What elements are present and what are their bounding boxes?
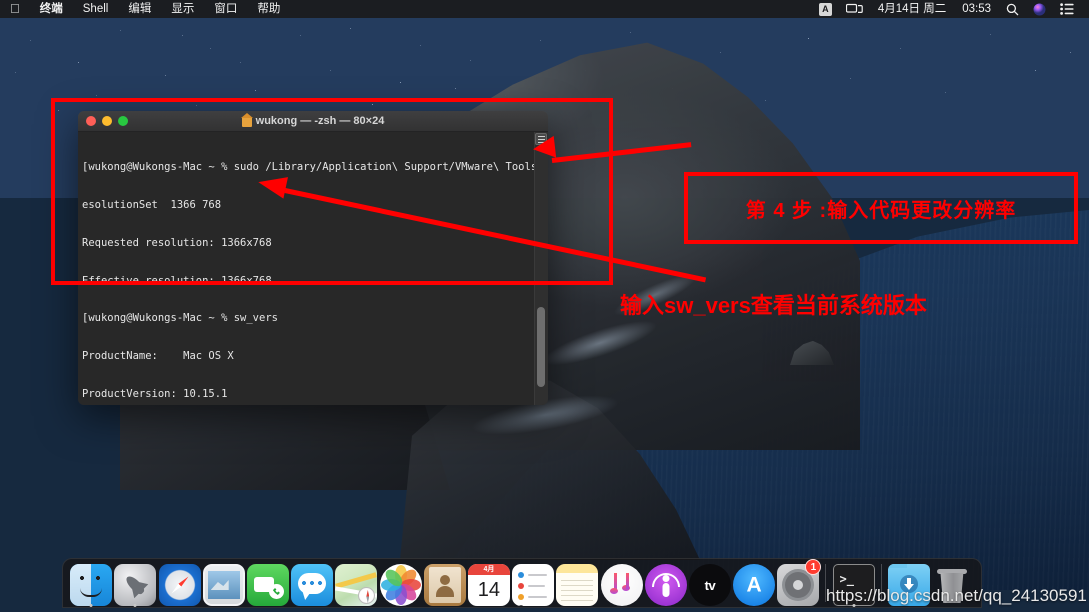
star: [182, 35, 183, 36]
star: [165, 75, 166, 76]
menu-item-terminal[interactable]: 终端: [30, 0, 73, 18]
menu-item-view[interactable]: 显示: [161, 0, 204, 18]
dock-item-notes[interactable]: [555, 560, 599, 606]
star: [330, 70, 331, 71]
menubar:  终端 Shell 编辑 显示 窗口 帮助 A 4月14日 周二 03:53: [0, 0, 1089, 18]
terminal-glyph: >_: [840, 572, 854, 586]
phone-icon: [269, 584, 284, 599]
pinwheel-icon: [380, 564, 422, 606]
annotation-text-step4: 第 4 步 :输入代码更改分辨率: [684, 172, 1078, 244]
star: [1070, 52, 1071, 53]
star: [96, 95, 97, 96]
siri-icon[interactable]: [1026, 3, 1053, 16]
terminal-line: ProductVersion: 10.15.1: [82, 388, 548, 401]
menubar-status-area: A 4月14日 周二 03:53: [812, 0, 1089, 18]
mail-stamp-icon: [203, 564, 245, 606]
finder-smile: [80, 588, 102, 597]
gear-icon: [785, 572, 811, 598]
dock-item-music[interactable]: [599, 560, 643, 606]
menu-item-edit[interactable]: 编辑: [118, 0, 161, 18]
star: [900, 48, 901, 49]
star: [120, 30, 121, 31]
star: [850, 78, 851, 79]
note-lines: [561, 580, 593, 602]
dock-item-launchpad[interactable]: [113, 560, 157, 606]
annotation-text-swvers: 输入sw_vers查看当前系统版本: [620, 288, 927, 320]
podcast-body: [662, 583, 669, 597]
menu-item-help[interactable]: 帮助: [247, 0, 290, 18]
compass-icon: [358, 587, 375, 604]
menu-item-shell[interactable]: Shell: [73, 0, 119, 18]
dock-item-contacts[interactable]: [423, 560, 467, 606]
dock-item-maps[interactable]: [334, 560, 378, 606]
star: [720, 52, 721, 53]
annotation-box-terminal: [51, 98, 613, 285]
dock-item-appletv[interactable]: tv: [688, 560, 732, 606]
control-center-icon[interactable]: [1053, 3, 1081, 15]
menubar-date[interactable]: 4月14日 周二: [870, 0, 954, 18]
dock-item-appstore[interactable]: A: [732, 560, 776, 606]
terminal-scrollbar-thumb[interactable]: [537, 307, 545, 387]
input-source-icon[interactable]: A: [812, 3, 839, 16]
star: [15, 72, 16, 73]
star: [455, 88, 456, 89]
star: [240, 62, 241, 63]
annotation-arrow-1-head: [532, 136, 556, 160]
calendar-day: 14: [468, 575, 510, 606]
running-indicator: [90, 604, 93, 607]
music-note-icon: [614, 573, 631, 597]
running-indicator: [134, 604, 137, 607]
person-body-icon: [436, 586, 454, 597]
star: [78, 62, 79, 63]
appletv-glyph: tv: [705, 578, 716, 593]
star: [400, 82, 401, 83]
dock-item-photos[interactable]: [378, 560, 422, 606]
dock-item-podcasts[interactable]: [644, 560, 688, 606]
menubar-time[interactable]: 03:53: [954, 0, 999, 18]
dock-item-finder[interactable]: [69, 560, 113, 606]
calendar-month: 4月: [468, 564, 510, 575]
search-icon[interactable]: [999, 3, 1026, 16]
terminal-line: ProductName: Mac OS X: [82, 350, 548, 363]
star: [255, 90, 256, 91]
star: [420, 45, 421, 46]
notification-badge: 1: [805, 559, 821, 575]
star: [300, 35, 301, 36]
star: [470, 60, 471, 61]
compass-needle-icon: [170, 575, 190, 595]
star: [630, 32, 631, 33]
star: [350, 28, 351, 29]
star: [540, 40, 541, 41]
star: [808, 38, 809, 39]
reminder-rows: [518, 572, 548, 598]
star: [30, 40, 31, 41]
dock-item-messages[interactable]: [290, 560, 334, 606]
dock-item-systempreferences[interactable]: 1: [776, 560, 820, 606]
person-head-icon: [440, 575, 450, 585]
screen-mirroring-icon[interactable]: [839, 3, 870, 15]
dock-item-safari[interactable]: [157, 560, 201, 606]
terminal-line: [wukong@Wukongs-Mac ~ % sw_vers: [82, 312, 548, 325]
watermark-url: https://blog.csdn.net/qq_24130591: [826, 586, 1087, 606]
dock-item-mail[interactable]: [202, 560, 246, 606]
menubar-left:  终端 Shell 编辑 显示 窗口 帮助: [0, 0, 290, 18]
star: [1035, 70, 1036, 71]
apple-logo-icon[interactable]: : [8, 0, 30, 18]
road-line: [335, 572, 377, 588]
dock-item-facetime[interactable]: [246, 560, 290, 606]
star: [210, 48, 211, 49]
dock-item-calendar[interactable]: 4月 14: [467, 560, 511, 606]
star: [765, 100, 766, 101]
folder-tab: [890, 564, 907, 568]
star: [945, 92, 946, 93]
dock-item-reminders[interactable]: [511, 560, 555, 606]
podcast-dot: [662, 575, 669, 582]
appstore-glyph: A: [747, 575, 762, 596]
ellipsis-icon: [302, 581, 322, 585]
menu-item-window[interactable]: 窗口: [204, 0, 247, 18]
star: [990, 34, 991, 35]
rocket-icon: [124, 574, 147, 597]
